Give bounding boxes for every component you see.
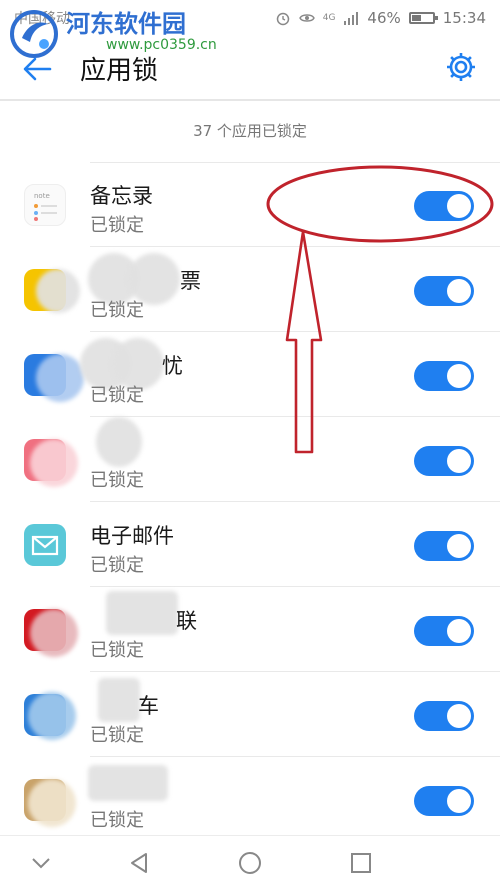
back-triangle-icon[interactable] <box>126 850 152 876</box>
lock-toggle[interactable] <box>414 361 474 391</box>
toggle-knob <box>447 704 471 728</box>
recents-square-icon[interactable] <box>348 850 374 876</box>
gear-icon[interactable] <box>444 50 478 84</box>
privacy-blur <box>28 692 76 740</box>
app-name: 车 <box>138 694 159 718</box>
page-title: 应用锁 <box>80 56 159 86</box>
list-item[interactable]: 联 已锁定 <box>0 587 500 672</box>
chevron-down-icon[interactable] <box>28 850 54 876</box>
privacy-blur <box>30 609 78 657</box>
app-bar: 应用锁 <box>0 36 500 100</box>
app-status: 已锁定 <box>90 300 144 321</box>
toggle-knob <box>447 534 471 558</box>
app-status: 已锁定 <box>90 215 144 236</box>
app-name: 电子邮件 <box>90 524 174 548</box>
email-app-icon <box>24 524 66 566</box>
list-item[interactable]: 已锁定 <box>0 757 500 842</box>
svg-text:note: note <box>34 192 50 200</box>
lock-toggle[interactable] <box>414 701 474 731</box>
watermark-title: 河东软件园 <box>66 9 186 38</box>
app-name: 备忘录 <box>90 184 153 208</box>
eye-icon <box>298 14 315 22</box>
navigation-bar <box>0 835 500 890</box>
app-name: 联 <box>176 609 197 633</box>
back-arrow-icon[interactable] <box>22 56 52 82</box>
memo-app-icon: note <box>24 184 66 226</box>
toggle-knob <box>447 364 471 388</box>
network-label: 4G <box>322 13 336 23</box>
list-item[interactable]: 已锁定 <box>0 417 500 502</box>
lock-toggle[interactable] <box>414 531 474 561</box>
toggle-knob <box>447 449 471 473</box>
app-status: 已锁定 <box>90 555 144 576</box>
toggle-knob <box>447 279 471 303</box>
app-lock-list: note 备忘录 已锁定 票 已锁定 忧 已锁定 已锁定 电子邮件 已锁定 联 … <box>0 162 500 842</box>
header-divider <box>0 99 500 101</box>
app-name: 票 <box>180 269 201 293</box>
home-circle-icon[interactable] <box>237 850 263 876</box>
list-item[interactable]: 车 已锁定 <box>0 672 500 757</box>
privacy-blur <box>36 269 80 313</box>
lock-toggle[interactable] <box>414 616 474 646</box>
lock-toggle[interactable] <box>414 276 474 306</box>
battery-percent: 46% <box>367 9 401 27</box>
privacy-blur <box>30 439 78 487</box>
toggle-knob <box>447 789 471 813</box>
toggle-knob <box>447 619 471 643</box>
locked-count-summary: 37 个应用已锁定 <box>193 122 307 140</box>
app-name: 忧 <box>162 354 183 378</box>
privacy-blur <box>36 354 84 402</box>
signal-icon <box>344 12 359 25</box>
app-status: 已锁定 <box>90 470 144 491</box>
clock: 15:34 <box>442 9 486 27</box>
list-item[interactable]: 忧 已锁定 <box>0 332 500 417</box>
privacy-blur <box>28 779 76 827</box>
list-item[interactable]: note 备忘录 已锁定 <box>0 162 500 247</box>
privacy-blur <box>88 765 168 801</box>
app-status: 已锁定 <box>90 725 144 746</box>
app-status: 已锁定 <box>90 640 144 661</box>
list-item[interactable]: 票 已锁定 <box>0 247 500 332</box>
battery-fill <box>411 15 421 21</box>
lock-toggle[interactable] <box>414 191 474 221</box>
lock-toggle[interactable] <box>414 786 474 816</box>
app-status: 已锁定 <box>90 810 144 831</box>
app-status: 已锁定 <box>90 385 144 406</box>
privacy-blur <box>96 417 142 467</box>
alarm-icon <box>276 12 289 26</box>
toggle-knob <box>447 194 471 218</box>
lock-toggle[interactable] <box>414 446 474 476</box>
list-item[interactable]: 电子邮件 已锁定 <box>0 502 500 587</box>
status-right: 4G 46% 15:34 <box>275 9 486 27</box>
privacy-blur <box>98 678 140 722</box>
battery-icon <box>408 12 438 24</box>
privacy-blur <box>106 591 178 635</box>
